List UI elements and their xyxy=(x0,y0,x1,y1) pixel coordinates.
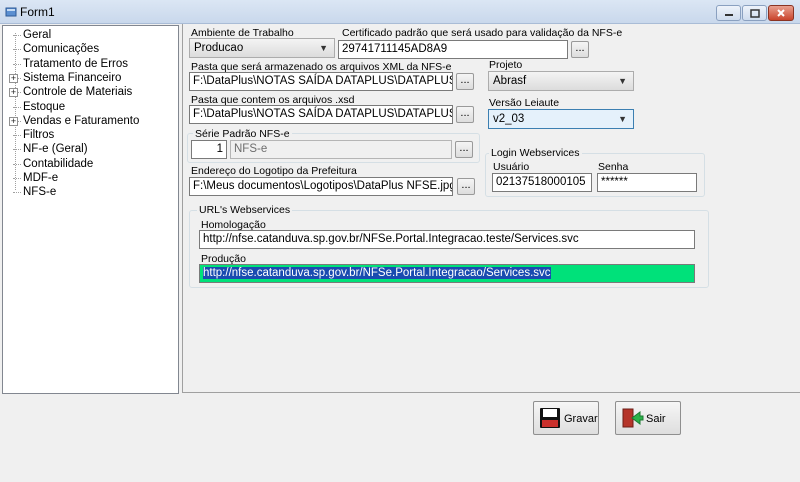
tree-item-label: Contabilidade xyxy=(23,157,94,170)
versao-value: v2_03 xyxy=(493,113,525,125)
producao-value: http://nfse.catanduva.sp.gov.br/NFSe.Por… xyxy=(203,267,551,279)
serie-label: Série Padrão NFS-e xyxy=(193,128,292,140)
login-title: Login Webservices xyxy=(489,147,582,159)
tree-connector xyxy=(13,163,21,165)
close-icon xyxy=(777,9,785,17)
tree-connector xyxy=(13,106,21,108)
tree-item-label: Geral xyxy=(23,29,52,41)
tree-item-label: Estoque xyxy=(23,100,66,113)
gravar-label: Gravar xyxy=(564,413,598,425)
pasta-xml-input[interactable]: F:\DataPlus\NOTAS SAÍDA DATAPLUS\DATAPLU… xyxy=(189,72,453,91)
tree-connector xyxy=(13,178,21,179)
versao-select[interactable]: v2_03 ▼ xyxy=(488,109,634,129)
expand-plus-icon[interactable]: + xyxy=(9,88,18,98)
tree-item[interactable]: NF-e (Geral) xyxy=(3,142,178,156)
projeto-label: Projeto xyxy=(489,59,523,71)
tree-item-label: NFS-e xyxy=(23,186,57,199)
logotipo-label: Endereço do Logotipo da Prefeitura xyxy=(191,165,357,177)
projeto-select[interactable]: Abrasf ▼ xyxy=(488,71,634,91)
expand-plus-icon[interactable]: + xyxy=(9,73,18,83)
usuario-input[interactable]: 02137518000105 xyxy=(492,173,592,192)
chevron-down-icon: ▼ xyxy=(319,43,328,53)
tree-item[interactable]: Comunicações xyxy=(3,42,178,56)
tree-item-label: Controle de Materiais xyxy=(23,86,133,99)
tree-item[interactable]: Filtros xyxy=(3,128,178,142)
tree-item[interactable]: + Sistema Financeiro xyxy=(3,71,178,85)
save-icon xyxy=(540,408,560,428)
tree-connector xyxy=(13,149,21,151)
logotipo-input[interactable]: F:\Meus documentos\Logotipos\DataPlus NF… xyxy=(189,177,453,196)
pasta-xml-browse-button[interactable]: ... xyxy=(456,73,474,90)
homologacao-input[interactable]: http://nfse.catanduva.sp.gov.br/NFSe.Por… xyxy=(199,230,695,249)
tree-item-label: NF-e (Geral) xyxy=(23,143,88,156)
pasta-xsd-browse-button[interactable]: ... xyxy=(456,106,474,123)
tree-item-label: Filtros xyxy=(23,129,55,142)
tree-item-label: Vendas e Faturamento xyxy=(23,114,140,127)
tree-connector xyxy=(13,49,21,51)
gravar-button[interactable]: Gravar xyxy=(533,401,599,435)
tree-connector xyxy=(13,35,21,36)
certificado-input[interactable]: 29741711145AD8A9 xyxy=(338,40,568,59)
certificado-label: Certificado padrão que será usado para v… xyxy=(342,27,623,39)
chevron-down-icon: ▼ xyxy=(618,76,627,86)
expand-plus-icon[interactable]: + xyxy=(9,116,18,126)
tree-item[interactable]: MDF-e xyxy=(3,171,178,185)
tree-item-label: Tratamento de Erros xyxy=(23,57,129,70)
tree-item[interactable]: + Vendas e Faturamento xyxy=(3,114,178,128)
sair-label: Sair xyxy=(646,413,666,425)
usuario-label: Usuário xyxy=(493,161,530,173)
exit-door-icon xyxy=(622,408,644,428)
window-title: Form1 xyxy=(20,5,55,19)
settings-tree[interactable]: Geral Comunicações Tratamento de Erros + Sis… xyxy=(2,25,179,394)
tree-item[interactable]: + Controle de Materiais xyxy=(3,85,178,99)
tree-item-label: Comunicações xyxy=(23,43,100,56)
maximize-button[interactable] xyxy=(742,5,767,21)
logotipo-browse-button[interactable]: ... xyxy=(457,178,475,195)
serie-browse-button[interactable]: ... xyxy=(455,141,473,158)
pasta-xsd-input[interactable]: F:\DataPlus\NOTAS SAÍDA DATAPLUS\DATAPLU… xyxy=(189,105,453,124)
tree-item[interactable]: Geral xyxy=(3,28,178,42)
settings-panel: Ambiente de Trabalho Producao ▼ Certific… xyxy=(182,24,800,393)
tree-connector xyxy=(13,135,21,137)
tree-connector xyxy=(13,192,21,194)
tree-connector xyxy=(13,63,21,65)
app-icon xyxy=(5,7,17,17)
serie-number-input[interactable]: 1 xyxy=(191,140,227,159)
ambiente-value: Producao xyxy=(194,42,244,54)
sair-button[interactable]: Sair xyxy=(615,401,681,435)
chevron-down-icon: ▼ xyxy=(618,114,627,124)
urls-title: URL's Webservices xyxy=(197,204,293,216)
minimize-icon xyxy=(724,14,733,16)
certificado-browse-button[interactable]: ... xyxy=(571,41,589,58)
maximize-icon xyxy=(749,8,760,18)
close-button[interactable] xyxy=(768,5,794,21)
tree-item[interactable]: Estoque xyxy=(3,100,178,114)
tree-item[interactable]: Contabilidade xyxy=(3,157,178,171)
tree-item[interactable]: Tratamento de Erros xyxy=(3,57,178,71)
serie-name-input: NFS-e xyxy=(230,140,452,159)
producao-input[interactable]: http://nfse.catanduva.sp.gov.br/NFSe.Por… xyxy=(199,264,695,283)
senha-label: Senha xyxy=(598,161,629,173)
projeto-value: Abrasf xyxy=(493,75,527,87)
ambiente-select[interactable]: Producao ▼ xyxy=(189,38,335,58)
versao-label: Versão Leiaute xyxy=(489,97,560,109)
minimize-button[interactable] xyxy=(716,5,741,21)
title-bar: Form1 xyxy=(0,0,800,24)
tree-item-label: Sistema Financeiro xyxy=(23,71,122,84)
tree-item-label: MDF-e xyxy=(23,172,59,184)
senha-input[interactable]: ****** xyxy=(597,173,697,192)
tree-item[interactable]: NFS-e xyxy=(3,185,178,199)
